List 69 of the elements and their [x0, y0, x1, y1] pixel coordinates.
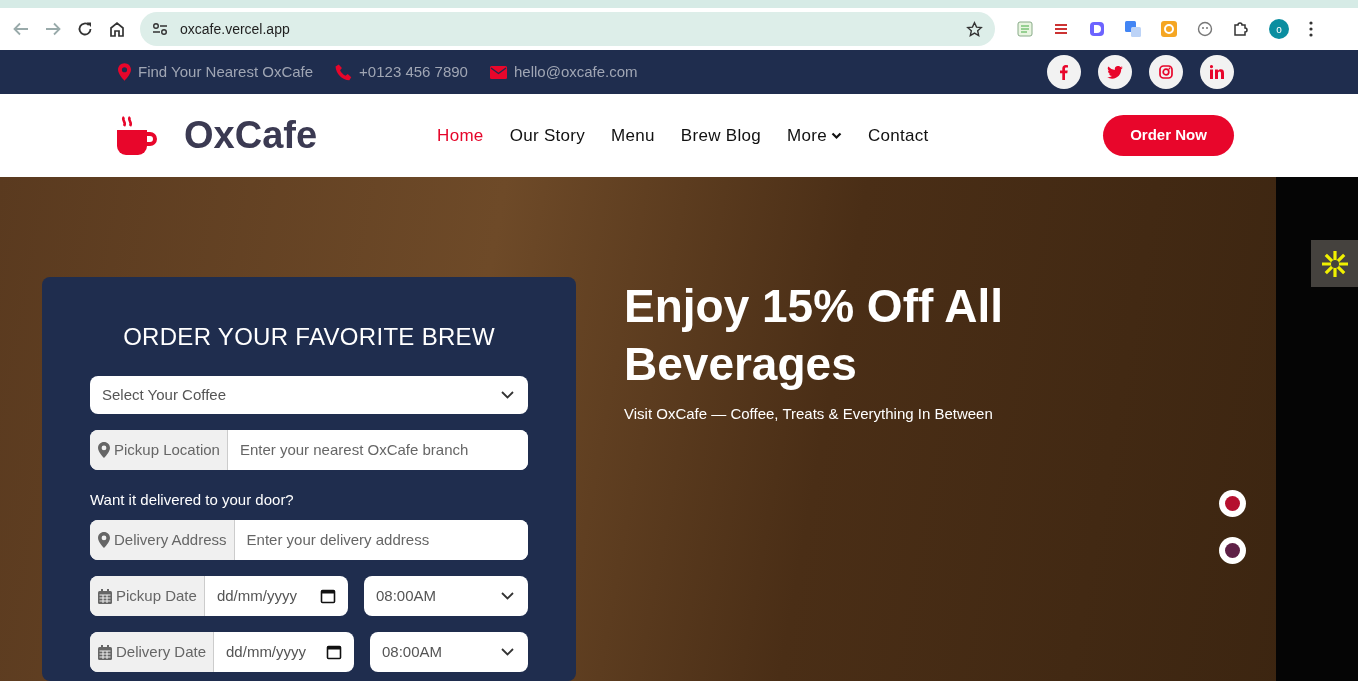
nav-link[interactable]: Our Story [509, 122, 586, 149]
logo-text[interactable]: OxCafe [184, 107, 318, 164]
time-value: 08:00AM [382, 642, 443, 663]
puzzle-icon[interactable] [1233, 21, 1249, 37]
nav-link[interactable]: Menu [611, 122, 655, 149]
pickup-date-field[interactable]: Pickup Date dd/mm/yyyy [90, 576, 348, 617]
calendar-icon [326, 644, 342, 661]
form-title: ORDER YOUR FAVORITE BREW [122, 323, 496, 352]
chevron-down-icon [501, 390, 514, 399]
field-label: Pickup Location [90, 429, 228, 470]
nav-link[interactable]: More [787, 122, 842, 149]
twitter-icon [1107, 65, 1123, 79]
instagram-icon [1159, 65, 1173, 79]
coffee-cup-icon [116, 114, 158, 157]
calendar-icon [98, 588, 112, 604]
facebook-icon [1060, 64, 1068, 80]
accessibility-widget-button[interactable] [1311, 240, 1358, 287]
home-icon[interactable] [108, 20, 126, 38]
translate-icon[interactable] [1125, 21, 1141, 37]
map-pin-icon [98, 532, 110, 549]
delivery-date-field[interactable]: Delivery Date dd/mm/yyyy [90, 632, 354, 673]
site-settings-icon[interactable] [152, 22, 168, 36]
hero-headline: Enjoy 15% Off All Beverages [624, 279, 1005, 392]
time-select[interactable]: 08:00AM [370, 632, 528, 673]
date-value: dd/mm/yyyy [216, 586, 297, 607]
calendar-icon [98, 644, 112, 660]
order-now-button[interactable]: Order Now [1103, 115, 1234, 156]
field-label: Delivery Address [90, 520, 235, 561]
field-label: Delivery Date [90, 632, 215, 673]
map-pin-icon [98, 441, 110, 458]
instagram-button[interactable] [1149, 55, 1183, 89]
nav-link[interactable]: Brew Blog [680, 122, 761, 149]
extension-icon[interactable] [1053, 21, 1069, 37]
linkedin-icon [1210, 65, 1224, 79]
time-value: 08:00AM [376, 586, 437, 607]
pickup-location-field[interactable]: Pickup Location Enter your nearest OxCafe branch [90, 429, 528, 470]
envelope-icon [489, 65, 507, 79]
carousel-indicator[interactable] [1219, 537, 1246, 564]
star-icon[interactable] [966, 20, 983, 38]
asterisk-icon [1320, 249, 1349, 278]
phone-icon [335, 63, 353, 81]
hero-subtitle: Visit OxCafe — Coffee, Treats & Everything In Between [624, 404, 994, 424]
twitter-button[interactable] [1098, 55, 1132, 89]
field-label: Pickup Date [90, 576, 205, 617]
linkedin-button[interactable] [1200, 55, 1234, 89]
delivery-address-field[interactable]: Delivery Address Enter your delivery address [90, 520, 528, 561]
carousel-indicator[interactable] [1219, 490, 1246, 517]
contact-text: +0123 456 7890 [359, 61, 468, 82]
map-pin-icon [118, 63, 131, 81]
delivery-prompt: Want it delivered to your door? [90, 489, 295, 510]
time-select[interactable]: 08:00AM [364, 576, 528, 617]
nav-link[interactable]: Contact [867, 122, 929, 149]
profile-avatar[interactable]: o [1269, 19, 1289, 39]
contact-text: hello@oxcafe.com [513, 61, 638, 82]
extension-icon[interactable] [1197, 21, 1213, 37]
facebook-button[interactable] [1047, 55, 1081, 89]
nav-link[interactable]: Home [437, 122, 484, 149]
chevron-down-icon [501, 592, 514, 601]
contact-text: Find Your Nearest OxCafe [138, 61, 314, 82]
select-value: Select Your Coffee [102, 384, 226, 405]
coffee-select[interactable]: Select Your Coffee [90, 375, 528, 414]
address-bar[interactable]: oxcafe.vercel.app [140, 12, 995, 46]
url-text: oxcafe.vercel.app [180, 19, 291, 39]
extension-icon[interactable] [1089, 21, 1105, 37]
calendar-icon [320, 588, 336, 605]
menu-icon[interactable] [1309, 21, 1313, 37]
date-value: dd/mm/yyyy [226, 642, 307, 663]
chevron-down-icon [501, 648, 514, 657]
reload-icon[interactable] [76, 20, 94, 38]
